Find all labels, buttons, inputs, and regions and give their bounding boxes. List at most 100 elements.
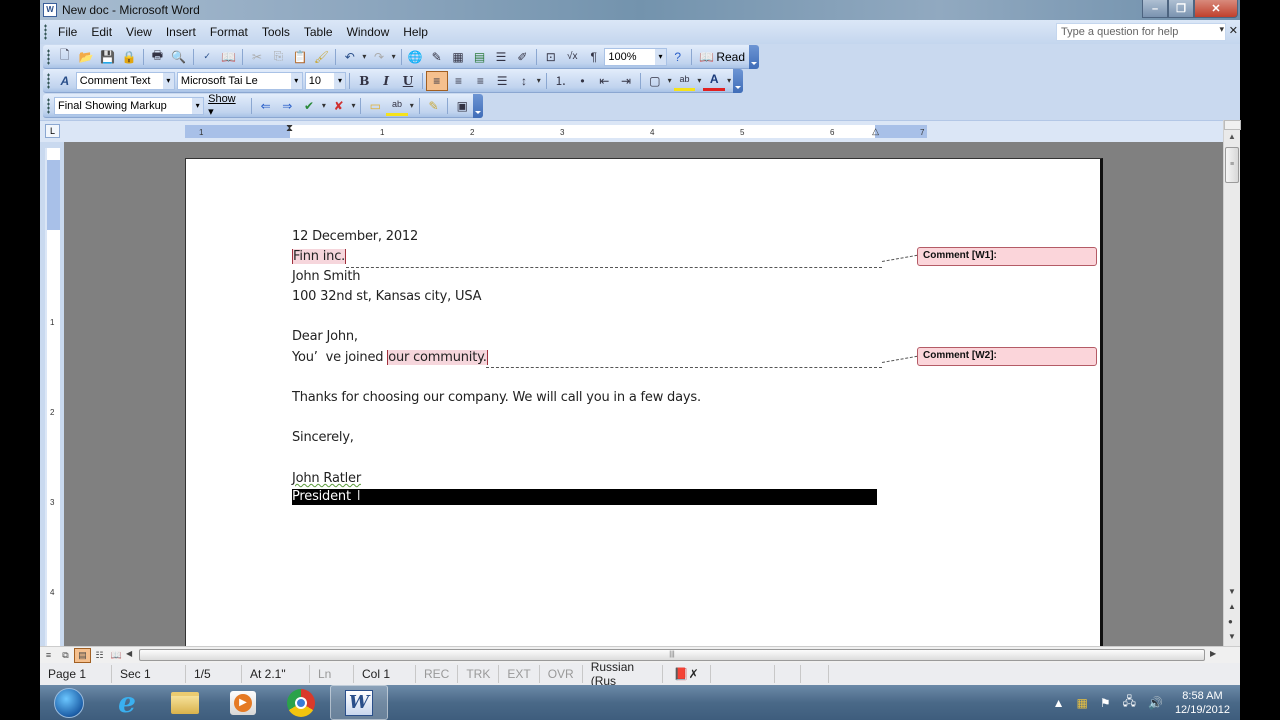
line-spacing-icon[interactable]: ↕ [513,71,535,91]
font-size-select[interactable]: 10 ▾ [304,71,347,90]
vertical-ruler[interactable]: 1 2 3 4 [45,148,60,648]
style-select[interactable]: Comment Text ▾ [75,71,175,90]
next-change-icon[interactable]: ⇒ [276,96,298,116]
help-dropdown-icon[interactable]: ▾ [1219,24,1224,35]
show-menu-button[interactable]: Show ▾ [204,93,248,118]
format-painter-icon[interactable]: 🖌 [311,47,332,67]
reading-layout-view-button[interactable]: 📖 [108,648,125,663]
joined-line[interactable]: You’ ve joined our community. [292,350,488,365]
hyperlink-icon[interactable]: 🌐 [404,47,425,67]
line-spacing-dropdown-icon[interactable]: ▾ [535,76,543,85]
comment-balloon-w1[interactable]: Comment [W1]: [917,247,1097,266]
menu-help[interactable]: Help [396,25,435,39]
undo-dropdown-icon[interactable]: ▾ [360,52,368,61]
font-color-icon[interactable]: A [703,71,726,91]
closing-line[interactable]: Sincerely, [292,430,354,445]
taskbar-internet-explorer[interactable]: e [98,685,156,720]
decrease-indent-icon[interactable]: ⇤ [593,71,615,91]
accept-dropdown-icon[interactable]: ▾ [320,101,328,110]
right-indent-marker[interactable]: △ [872,126,879,137]
document-area[interactable]: 12 December, 2012 Finn inc. John Smith 1… [64,142,1223,646]
comment-anchor-w2[interactable]: our community. [387,350,488,365]
highlight-review-dropdown-icon[interactable]: ▾ [408,101,416,110]
status-overtype[interactable]: OVR [540,665,583,683]
zoom-select[interactable]: 100% ▾ [604,47,667,66]
horizontal-scroll-thumb[interactable]: ||| [139,649,1205,661]
address-line[interactable]: 100 32nd st, Kansas city, USA [292,289,482,304]
track-changes-icon[interactable]: ✎ [423,96,445,116]
redo-icon[interactable]: ↷ [368,47,389,67]
web-layout-view-button[interactable]: ⧉ [57,648,74,663]
recipient-name-line[interactable]: John Smith [292,269,360,284]
style-dropdown-icon[interactable]: ▾ [162,72,174,89]
increase-indent-icon[interactable]: ⇥ [615,71,637,91]
signature-name-line[interactable]: John Ratler [292,471,361,486]
toolbar-options-icon[interactable] [733,68,743,93]
vertical-scroll-thumb[interactable]: ≡ [1225,147,1239,183]
align-right-button[interactable]: ≡ [469,71,491,91]
menu-view[interactable]: View [119,25,159,39]
insert-comment-icon[interactable]: ▭ [364,96,386,116]
align-center-button[interactable]: ≡ [448,71,470,91]
language-bar-icon[interactable]: ▦ [1076,696,1087,710]
font-size-dropdown-icon[interactable]: ▾ [334,72,346,89]
action-center-flag-icon[interactable]: ⚑ [1100,696,1111,710]
print-layout-view-button[interactable]: ▤ [74,647,91,663]
menu-insert[interactable]: Insert [159,25,203,39]
company-line[interactable]: Finn inc. [292,249,347,264]
show-hidden-icons-icon[interactable]: ▲ [1053,696,1065,710]
equation-icon[interactable]: √x [562,47,583,67]
styles-formatting-icon[interactable]: A [54,71,76,91]
comment-anchor-w1[interactable]: Finn inc. [292,249,347,264]
split-box[interactable] [1224,120,1241,130]
scroll-right-icon[interactable]: ▶ [1210,649,1216,658]
font-color-dropdown-icon[interactable]: ▾ [725,76,733,85]
thanks-line[interactable]: Thanks for choosing our company. We will… [292,390,701,405]
taskbar-windows-explorer[interactable] [156,685,214,720]
align-left-button[interactable]: ≡ [425,70,448,91]
toolbar-options-icon[interactable] [749,44,759,69]
horizontal-ruler[interactable]: 1 1 2 3 4 5 6 7 ⧗ △ [185,123,927,138]
date-line[interactable]: 12 December, 2012 [292,229,418,244]
menu-file[interactable]: File [51,25,84,39]
spelling-status-icon[interactable]: 📕✗ [663,665,711,683]
toolbar-grip[interactable] [47,72,50,89]
menu-format[interactable]: Format [203,25,255,39]
close-button[interactable]: ✕ [1194,0,1238,18]
save-icon[interactable]: 💾 [97,47,118,67]
new-icon[interactable]: 🗋 [54,47,75,67]
underline-button[interactable]: U [397,71,419,91]
numbering-icon[interactable]: ⒈ [550,71,572,91]
taskbar-chrome[interactable] [272,685,330,720]
help-icon[interactable]: ? [667,47,688,67]
status-track-changes[interactable]: TRK [458,665,500,683]
tab-selector[interactable]: L [45,124,60,138]
menu-tools[interactable]: Tools [255,25,297,39]
menu-edit[interactable]: Edit [84,25,119,39]
next-page-icon[interactable]: ▼ [1228,632,1236,641]
copy-icon[interactable]: ⎘ [268,47,289,67]
scroll-down-icon[interactable]: ▼ [1228,587,1236,596]
status-extend[interactable]: EXT [499,665,540,683]
zoom-dropdown-icon[interactable]: ▾ [654,48,666,65]
select-browse-object-icon[interactable]: ● [1228,617,1233,626]
first-line-indent-marker[interactable]: ⧗ [286,123,293,134]
columns-icon[interactable]: ☰ [490,47,511,67]
borders-dropdown-icon[interactable]: ▾ [666,76,674,85]
undo-icon[interactable]: ↶ [339,47,360,67]
paste-icon[interactable]: 📋 [289,47,310,67]
print-icon[interactable]: 🖶 [147,47,168,67]
taskbar-word[interactable]: W [330,685,388,720]
scroll-up-icon[interactable]: ▲ [1228,132,1236,141]
accept-change-icon[interactable]: ✔ [298,96,320,116]
display-for-review-select[interactable]: Final Showing Markup ▾ [53,96,205,115]
help-search-input[interactable]: Type a question for help [1056,23,1226,41]
document-map-icon[interactable]: ⊡ [540,47,561,67]
close-document-icon[interactable]: ✕ [1229,24,1238,37]
word-app-icon[interactable]: W [43,3,57,17]
permission-icon[interactable]: 🔒 [118,47,139,67]
bullets-icon[interactable]: • [572,71,594,91]
vertical-scrollbar[interactable]: ▲ ≡ ▼ ▲ ● ▼ [1223,120,1241,648]
redo-dropdown-icon[interactable]: ▾ [390,52,398,61]
reviewing-pane-icon[interactable]: ▣ [451,96,473,116]
